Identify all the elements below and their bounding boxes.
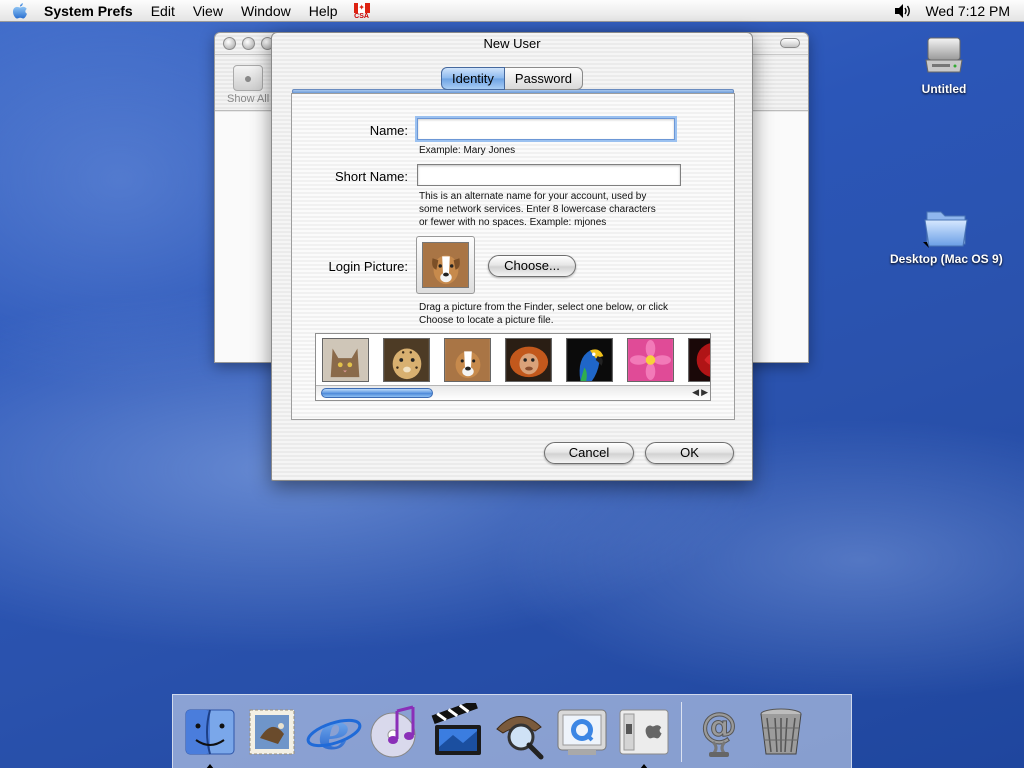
flower-picture-icon[interactable] [627,338,674,382]
picture-picker: ◀ ▶ [315,333,711,401]
dock-item-quicktime[interactable] [551,701,613,763]
picture-hint: Drag a picture from the Finder, select o… [419,301,668,327]
apple-menu[interactable] [0,0,40,22]
dock-item-imovie[interactable] [427,701,489,763]
login-picture-label: Login Picture: [328,259,409,274]
show-all-button[interactable]: ● Show All [227,65,269,105]
short-name-field[interactable] [418,165,680,185]
cancel-button[interactable]: Cancel [544,442,634,464]
finder-icon [185,709,235,754]
picture-scrollbar[interactable]: ◀ ▶ [316,385,710,400]
system-preferences-icon [619,709,669,754]
scroll-thumb[interactable] [321,388,433,398]
menu-window[interactable]: Window [232,0,300,22]
name-field-wrap [417,118,675,140]
login-picture-well[interactable] [416,236,475,294]
short-name-hint: This is an alternate name for your accou… [419,190,656,229]
name-label: Name: [369,123,408,138]
cheetah-picture-icon[interactable] [383,338,430,382]
picture-hint-line: Drag a picture from the Finder, select o… [419,302,669,313]
apple-icon: ● [233,65,264,91]
volume-icon[interactable] [893,3,913,19]
short-name-hint-line: This is an alternate name for your accou… [419,191,647,202]
toolbar-toggle-button[interactable] [780,38,800,48]
rose-picture-icon[interactable] [688,338,711,382]
running-indicator [640,763,648,768]
ok-button[interactable]: OK [645,442,734,464]
dock-separator [681,701,682,762]
dock-item-sherlock[interactable] [489,701,551,763]
dock: e @ [172,694,852,768]
parrot-picture-icon[interactable] [566,338,613,382]
imovie-icon [431,702,481,755]
picture-hint-line: Choose to locate a picture file. [419,315,554,326]
menu-view[interactable]: View [184,0,232,22]
sherlock-icon [496,715,544,759]
dog-picture-icon [422,242,469,288]
identity-panel: Name: Example: Mary Jones Short Name: Th… [291,93,735,420]
desktop-icon-label: Untitled [921,82,967,96]
dog-picture-icon[interactable] [444,338,491,382]
choose-button[interactable]: Choose... [488,255,576,277]
orangutan-picture-icon[interactable] [505,338,552,382]
svg-text:@: @ [701,706,737,747]
trash-icon [760,708,802,754]
scroll-left-arrow-icon[interactable]: ◀ [692,387,699,398]
internet-explorer-icon: e [306,703,362,761]
name-hint: Example: Mary Jones [419,145,516,156]
new-user-sheet: New User Identity Password Name: Example… [271,32,753,481]
tab-password[interactable]: Password [504,67,583,90]
short-name-field-wrap [417,164,681,186]
minimize-button[interactable] [242,37,255,50]
dock-item-trash[interactable] [750,701,812,763]
input-menu-label: CSA [354,12,369,20]
sheet-title: New User [483,36,541,51]
cat-picture-icon[interactable] [322,338,369,382]
dock-item-internet-location[interactable]: @ [688,701,750,763]
dock-item-itunes[interactable] [365,701,427,763]
itunes-icon [370,705,416,757]
canada-flag-icon: ✦ [353,2,370,13]
svg-text:e: e [318,703,350,761]
input-menu[interactable]: ✦ CSA [353,1,371,21]
hard-drive-icon [925,37,963,73]
desktop-icon-untitled[interactable]: Untitled [920,32,968,96]
short-name-hint-line: some network services. Enter 8 lowercase… [419,204,656,215]
name-field[interactable] [418,119,674,139]
dock-item-mail[interactable] [241,701,303,763]
menu-app-name[interactable]: System Prefs [40,0,142,22]
scroll-right-arrow-icon[interactable]: ▶ [701,387,708,398]
internet-location-icon: @ [701,705,738,757]
tab-identity[interactable]: Identity [441,67,505,90]
menu-help[interactable]: Help [300,0,347,22]
folder-icon [923,211,968,248]
menu-bar: System Prefs Edit View Window Help ✦ CSA… [0,0,1024,22]
mail-icon [249,709,295,754]
short-name-hint-line: or fewer with no spaces. Example: mjones [419,217,607,228]
close-button[interactable] [223,37,236,50]
running-indicator [206,763,214,768]
show-all-label: Show All [227,93,270,105]
dock-item-finder[interactable] [179,701,241,768]
dock-item-system-preferences[interactable] [613,701,675,768]
dock-item-internet-explorer[interactable]: e [303,701,365,763]
quicktime-icon [557,709,607,755]
apple-logo-icon [13,2,27,18]
desktop-icon-label: Desktop (Mac OS 9) [890,252,1003,266]
tab-control: Identity Password [272,67,752,90]
menu-clock[interactable]: Wed 7:12 PM [925,3,1010,19]
short-name-label: Short Name: [335,169,408,184]
desktop-icon-desktop-os9[interactable]: Desktop (Mac OS 9) [890,204,1003,266]
menu-edit[interactable]: Edit [142,0,184,22]
